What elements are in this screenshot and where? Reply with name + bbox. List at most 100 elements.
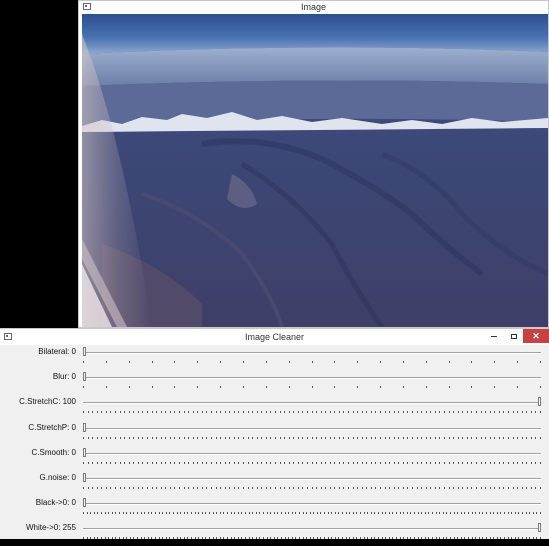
slider-tick bbox=[151, 487, 153, 489]
slider-tick bbox=[156, 411, 158, 414]
slider-tick bbox=[517, 411, 519, 414]
slider-tick bbox=[356, 537, 358, 540]
slider-tick bbox=[517, 436, 519, 439]
slider-tick bbox=[151, 386, 153, 389]
slider-tick bbox=[320, 411, 322, 414]
slider-row-cstretchc: C.StretchC: 100 bbox=[0, 395, 549, 420]
slider-tick bbox=[105, 436, 107, 439]
slider-tick bbox=[311, 436, 313, 439]
slider-tick bbox=[242, 361, 244, 363]
slider-tick bbox=[291, 537, 293, 540]
slider-track-csmooth[interactable] bbox=[83, 452, 541, 455]
slider-tick bbox=[439, 487, 441, 489]
slider-tick bbox=[457, 411, 459, 414]
slider-tick bbox=[187, 512, 189, 515]
slider-tick bbox=[198, 537, 200, 540]
slider-label-csmooth: C.Smooth: 0 bbox=[31, 447, 76, 457]
slider-tick bbox=[151, 512, 153, 515]
slider-tick bbox=[197, 487, 199, 489]
slider-ticks-cstretchp bbox=[83, 436, 541, 440]
slider-track-cstretchp[interactable] bbox=[83, 427, 541, 430]
slider-tick bbox=[105, 411, 107, 414]
slider-tick bbox=[480, 411, 482, 414]
slider-tick bbox=[381, 537, 383, 540]
slider-tick bbox=[210, 461, 212, 464]
cleaner-window-titlebar[interactable]: Image Cleaner ✕ bbox=[0, 329, 549, 345]
slider-tick bbox=[244, 512, 246, 515]
slider-track-cstretchc[interactable] bbox=[83, 402, 541, 405]
slider-tick bbox=[302, 512, 304, 515]
slider-track-gnoise[interactable] bbox=[83, 478, 541, 480]
slider-thumb-black[interactable] bbox=[83, 498, 86, 508]
slider-tick bbox=[151, 461, 153, 464]
slider-tick bbox=[242, 436, 244, 439]
slider-label-cstretchc: C.StretchC: 100 bbox=[19, 397, 76, 407]
slider-tick bbox=[306, 537, 308, 540]
slider-track-white[interactable] bbox=[83, 528, 541, 531]
slider-tick bbox=[457, 487, 459, 489]
slider-tick bbox=[270, 436, 272, 439]
slider-tick bbox=[444, 461, 446, 464]
slider-tick bbox=[133, 487, 135, 489]
slider-tick bbox=[430, 411, 432, 414]
maximize-button[interactable] bbox=[504, 329, 524, 343]
close-button[interactable]: ✕ bbox=[523, 329, 549, 343]
slider-thumb-cstretchp[interactable] bbox=[83, 422, 86, 432]
slider-thumb-csmooth[interactable] bbox=[83, 447, 86, 457]
slider-tick bbox=[128, 386, 130, 389]
slider-tick bbox=[226, 537, 228, 540]
slider-tick bbox=[174, 436, 176, 439]
slider-track-bilateral[interactable] bbox=[83, 352, 541, 354]
slider-tick bbox=[410, 512, 412, 515]
slider-tick bbox=[313, 537, 315, 540]
slider-tick bbox=[331, 512, 333, 515]
slider-tick bbox=[279, 411, 281, 414]
slider-tick bbox=[105, 461, 107, 464]
slider-tick bbox=[316, 461, 318, 464]
slider-tick bbox=[96, 461, 98, 464]
slider-tick bbox=[331, 537, 333, 540]
close-icon: ✕ bbox=[532, 331, 540, 341]
slider-tick bbox=[183, 512, 185, 515]
slider-tick bbox=[485, 461, 487, 464]
slider-tick bbox=[471, 386, 473, 389]
slider-thumb-white[interactable] bbox=[538, 523, 541, 533]
slider-track-blur[interactable] bbox=[83, 377, 541, 380]
slider-tick bbox=[210, 487, 212, 489]
slider-tick bbox=[270, 537, 272, 540]
slider-tick bbox=[417, 537, 419, 540]
slider-tick bbox=[172, 537, 174, 540]
slider-tick bbox=[242, 487, 244, 489]
slider-tick bbox=[503, 436, 505, 439]
slider-tick bbox=[158, 537, 160, 540]
minimize-button[interactable] bbox=[484, 329, 504, 343]
slider-thumb-cstretchc[interactable] bbox=[538, 397, 541, 407]
slider-tick bbox=[274, 436, 276, 439]
slider-tick bbox=[468, 512, 470, 515]
slider-tick bbox=[357, 487, 359, 489]
slider-tick bbox=[338, 537, 340, 540]
slider-tick bbox=[128, 487, 130, 489]
slider-tick bbox=[508, 461, 509, 464]
slider-tick bbox=[416, 411, 418, 414]
slider-tick bbox=[128, 461, 130, 464]
image-window-titlebar[interactable]: Image bbox=[79, 1, 548, 14]
slider-thumb-blur[interactable] bbox=[83, 372, 86, 382]
slider-tick bbox=[288, 386, 290, 389]
slider-tick bbox=[398, 461, 400, 464]
slider-tick bbox=[396, 512, 398, 515]
slider-thumb-bilateral[interactable] bbox=[83, 347, 86, 356]
slider-tick bbox=[464, 512, 466, 515]
slider-tick bbox=[425, 386, 427, 389]
slider-tick bbox=[512, 411, 514, 414]
slider-tick bbox=[500, 537, 502, 540]
slider-tick bbox=[274, 487, 276, 489]
slider-tick bbox=[124, 411, 126, 414]
slider-tick bbox=[256, 436, 258, 439]
slider-tick bbox=[393, 461, 395, 464]
slider-tick bbox=[329, 461, 331, 464]
slider-track-black[interactable] bbox=[83, 503, 541, 506]
slider-thumb-gnoise[interactable] bbox=[83, 473, 86, 482]
slider-tick bbox=[242, 386, 244, 389]
slider-tick bbox=[201, 537, 203, 540]
